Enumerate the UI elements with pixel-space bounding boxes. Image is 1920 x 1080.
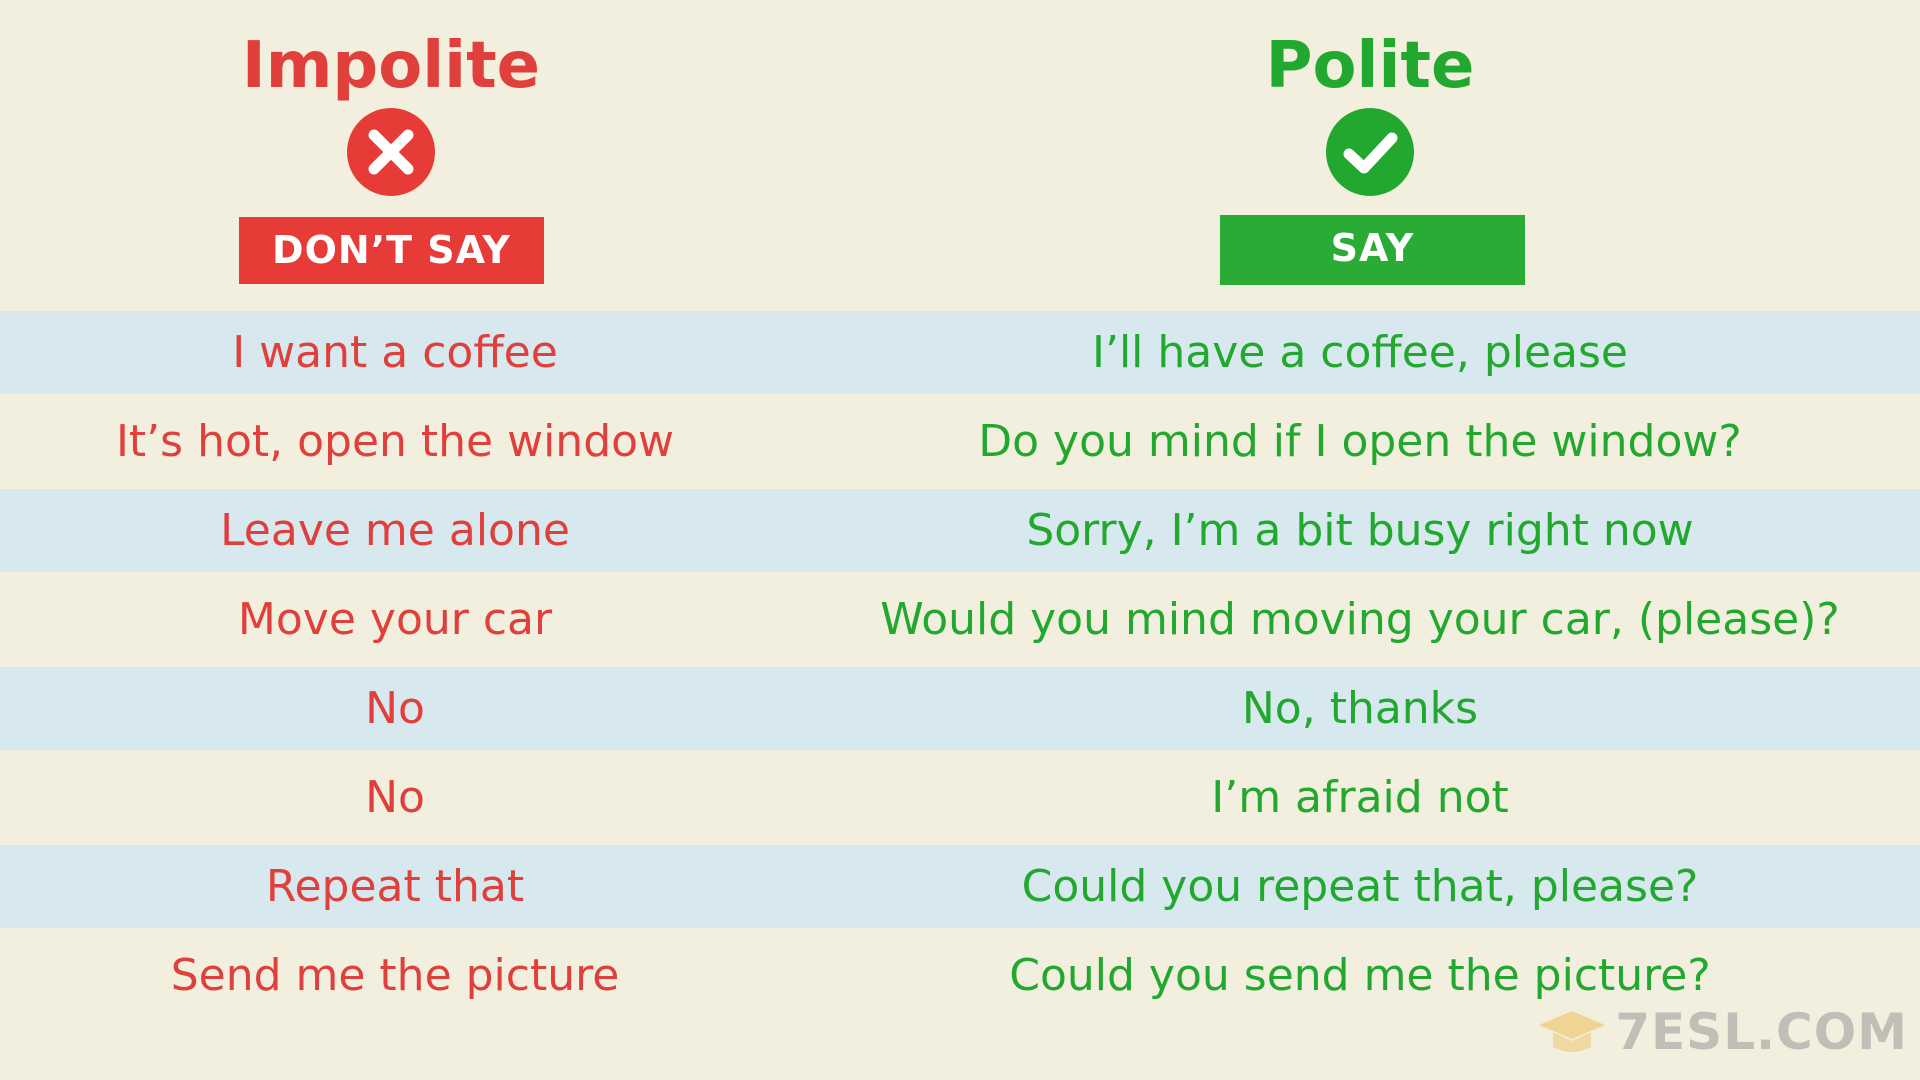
x-circle-icon xyxy=(347,108,435,196)
phrase-row: Repeat that Could you repeat that, pleas… xyxy=(0,845,1920,928)
impolite-phrase: Send me the picture xyxy=(170,950,620,1001)
phrase-row: No No, thanks xyxy=(0,667,1920,750)
impolite-phrase: No xyxy=(365,683,425,734)
polite-phrase: I’ll have a coffee, please xyxy=(1091,327,1628,378)
dont-say-label: DON’T SAY xyxy=(239,217,544,284)
phrase-row: Leave me alone Sorry, I’m a bit busy rig… xyxy=(0,489,1920,572)
polite-phrase: No, thanks xyxy=(1241,683,1479,734)
site-logo: 7ESL.COM xyxy=(1537,1002,1908,1062)
polite-phrase: Would you mind moving your car, (please)… xyxy=(880,594,1840,645)
polite-phrase: Sorry, I’m a bit busy right now xyxy=(1026,505,1694,556)
phrase-row: No I’m afraid not xyxy=(0,750,1920,845)
phrase-row: Move your car Would you mind moving your… xyxy=(0,572,1920,667)
polite-title: Polite xyxy=(1265,29,1475,103)
say-label: SAY xyxy=(1220,215,1525,285)
polite-phrase: I’m afraid not xyxy=(1211,772,1509,823)
impolite-title: Impolite xyxy=(241,29,541,103)
impolite-phrase: Move your car xyxy=(237,594,553,645)
graduation-cap-icon xyxy=(1539,1011,1606,1052)
polite-phrase: Do you mind if I open the window? xyxy=(978,416,1742,467)
polite-header: Polite SAY xyxy=(1160,0,1580,300)
impolite-phrase: No xyxy=(365,772,425,823)
phrase-row: It’s hot, open the window Do you mind if… xyxy=(0,394,1920,489)
phrase-table: I want a coffee I’ll have a coffee, plea… xyxy=(0,311,1920,1023)
impolite-phrase: Leave me alone xyxy=(220,505,570,556)
check-circle-icon xyxy=(1326,108,1414,196)
phrase-row: I want a coffee I’ll have a coffee, plea… xyxy=(0,311,1920,394)
polite-phrase: Could you repeat that, please? xyxy=(1021,861,1699,912)
impolite-phrase: I want a coffee xyxy=(232,327,558,378)
logo-text: 7ESL.COM xyxy=(1615,1003,1908,1061)
impolite-phrase: It’s hot, open the window xyxy=(115,416,675,467)
impolite-header: Impolite DON’T SAY xyxy=(181,0,601,300)
impolite-phrase: Repeat that xyxy=(265,861,525,912)
